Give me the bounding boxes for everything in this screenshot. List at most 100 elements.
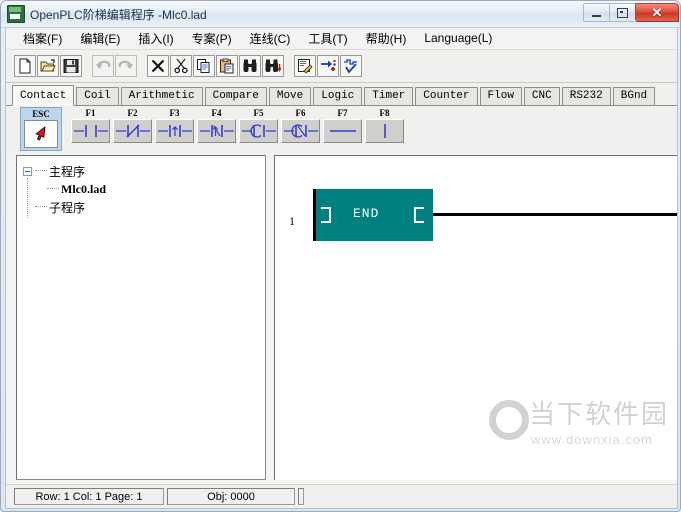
rising-edge-contact-icon (157, 125, 192, 137)
project-tree-panel[interactable]: 主程序 Mlc0.lad 子程序 (16, 155, 266, 480)
find-button[interactable] (239, 55, 261, 77)
palette-f3-box (155, 119, 194, 143)
falling-edge-contact-icon (199, 125, 234, 137)
tab-arithmetic[interactable]: Arithmetic (120, 87, 203, 105)
menu-bar: 档案(F) 编辑(E) 插入(I) 专案(P) 连线(C) 工具(T) 帮助(H… (6, 28, 677, 50)
menu-tools[interactable]: 工具(T) (299, 28, 356, 50)
tree-node-label: 子程序 (49, 200, 86, 215)
tab-rs232[interactable]: RS232 (561, 87, 611, 105)
palette-f1-label: F1 (85, 108, 96, 118)
save-button[interactable] (60, 55, 82, 77)
palette-f6-box (281, 119, 320, 143)
watermark-url: www.downxia.com (531, 432, 653, 447)
rung-wire (433, 213, 677, 216)
palette-f8-vertical-link[interactable]: F8 (364, 107, 405, 151)
minimize-button[interactable] (583, 3, 609, 22)
rung-number: 1 (289, 214, 295, 228)
tab-logic[interactable]: Logic (313, 87, 363, 105)
palette-f4-falling-edge-contact[interactable]: F4 (196, 107, 237, 151)
palette-f1-box (71, 119, 110, 143)
menu-edit[interactable]: 编辑(E) (71, 28, 129, 50)
normally-closed-contact-icon (115, 124, 150, 138)
find-replace-button[interactable] (262, 55, 284, 77)
tree-node-sub-program[interactable]: 子程序 (23, 198, 261, 216)
tab-compare[interactable]: Compare (204, 87, 267, 105)
palette-f6-label: F6 (295, 108, 306, 118)
copy-pages-icon (197, 59, 210, 73)
compare-contact-icon (241, 124, 276, 138)
palette-f8-box (365, 119, 404, 143)
delete-button[interactable] (147, 55, 169, 77)
client-area: 档案(F) 编辑(E) 插入(I) 专案(P) 连线(C) 工具(T) 帮助(H… (5, 28, 678, 509)
palette-f5-box (239, 119, 278, 143)
tree-node-mlc0-file[interactable]: Mlc0.lad (23, 180, 261, 198)
tab-bgnd[interactable]: BGnd (612, 87, 656, 105)
palette-f5-compare-contact[interactable]: F5 (238, 107, 279, 151)
menu-help[interactable]: 帮助(H) (357, 28, 416, 50)
menu-insert[interactable]: 插入(I) (129, 28, 182, 50)
close-icon: ✕ (651, 5, 663, 20)
window-title: OpenPLC阶梯编辑程序 -Mlc0.lad (30, 7, 207, 22)
normally-open-contact-icon (73, 125, 108, 137)
tab-flow[interactable]: Flow (479, 87, 522, 105)
palette-f6-compare-not-contact[interactable]: F6 (280, 107, 321, 151)
open-folder-icon (40, 59, 56, 72)
redo-arrow-icon (118, 60, 133, 69)
palette-f2-box (113, 119, 152, 143)
save-disk-icon (63, 59, 79, 73)
open-folder-button[interactable] (37, 55, 59, 77)
undo-button[interactable] (92, 55, 114, 77)
vertical-line-icon (383, 124, 386, 138)
palette-f7-box (323, 119, 362, 143)
palette-f1-normally-open-contact[interactable]: F1 (70, 107, 111, 151)
tab-cnc[interactable]: CNC (523, 87, 560, 105)
palette-f2-label: F2 (127, 108, 138, 118)
menu-file[interactable]: 档案(F) (14, 28, 71, 50)
tab-coil[interactable]: Coil (76, 87, 119, 105)
tree-connector-line (27, 178, 29, 218)
power-rail (313, 189, 316, 241)
end-block-label: END (353, 206, 380, 221)
tab-move[interactable]: Move (268, 87, 312, 105)
menu-project[interactable]: 专案(P) (183, 28, 241, 50)
tab-timer[interactable]: Timer (364, 87, 414, 105)
cut-button[interactable] (170, 55, 192, 77)
tab-contact[interactable]: Contact (12, 85, 75, 106)
horizontal-line-icon (329, 130, 356, 132)
paste-clipboard-icon (220, 58, 234, 74)
ladder-canvas[interactable]: 1 END 当下软件园 www.downxia.com (275, 156, 677, 480)
tree-dash (35, 206, 47, 208)
ladder-end-block[interactable]: END (313, 189, 433, 241)
compare-not-contact-icon (283, 124, 318, 138)
tab-counter[interactable]: Counter (415, 87, 478, 105)
palette-f2-normally-closed-contact[interactable]: F2 (112, 107, 153, 151)
end-block-left-bracket-icon (321, 207, 331, 223)
palette-f3-rising-edge-contact[interactable]: F3 (154, 107, 195, 151)
status-position: Row: 1 Col: 1 Page: 1 (14, 488, 164, 505)
insert-element-button[interactable] (317, 55, 339, 77)
cut-scissors-icon (174, 58, 188, 74)
edit-comment-icon (298, 59, 313, 74)
close-button[interactable]: ✕ (635, 3, 679, 22)
palette-f8-label: F8 (379, 108, 390, 118)
palette-f7-horizontal-link[interactable]: F7 (322, 107, 363, 151)
ladder-editor-panel[interactable]: 1 END 当下软件园 www.downxia.com (274, 155, 677, 480)
openplc-app-icon (7, 5, 25, 23)
site-watermark: 当下软件园 www.downxia.com (489, 398, 671, 450)
new-file-button[interactable] (14, 55, 36, 77)
menu-connect[interactable]: 连线(C) (241, 28, 300, 50)
redo-button[interactable] (115, 55, 137, 77)
find-binoculars-icon (243, 59, 257, 72)
status-object: Obj: 0000 (167, 488, 295, 505)
copy-button[interactable] (193, 55, 215, 77)
verify-program-button[interactable] (340, 55, 362, 77)
maximize-button[interactable] (609, 3, 635, 22)
tree-expander-collapse-icon[interactable] (23, 166, 32, 176)
menu-language[interactable]: Language(L) (415, 29, 501, 48)
paste-button[interactable] (216, 55, 238, 77)
palette-f3-label: F3 (169, 108, 180, 118)
edit-comment-button[interactable] (294, 55, 316, 77)
project-tree: 主程序 Mlc0.lad 子程序 (17, 156, 265, 218)
tree-node-main-program[interactable]: 主程序 (23, 162, 261, 180)
palette-esc-pointer[interactable]: ESC (20, 107, 62, 151)
